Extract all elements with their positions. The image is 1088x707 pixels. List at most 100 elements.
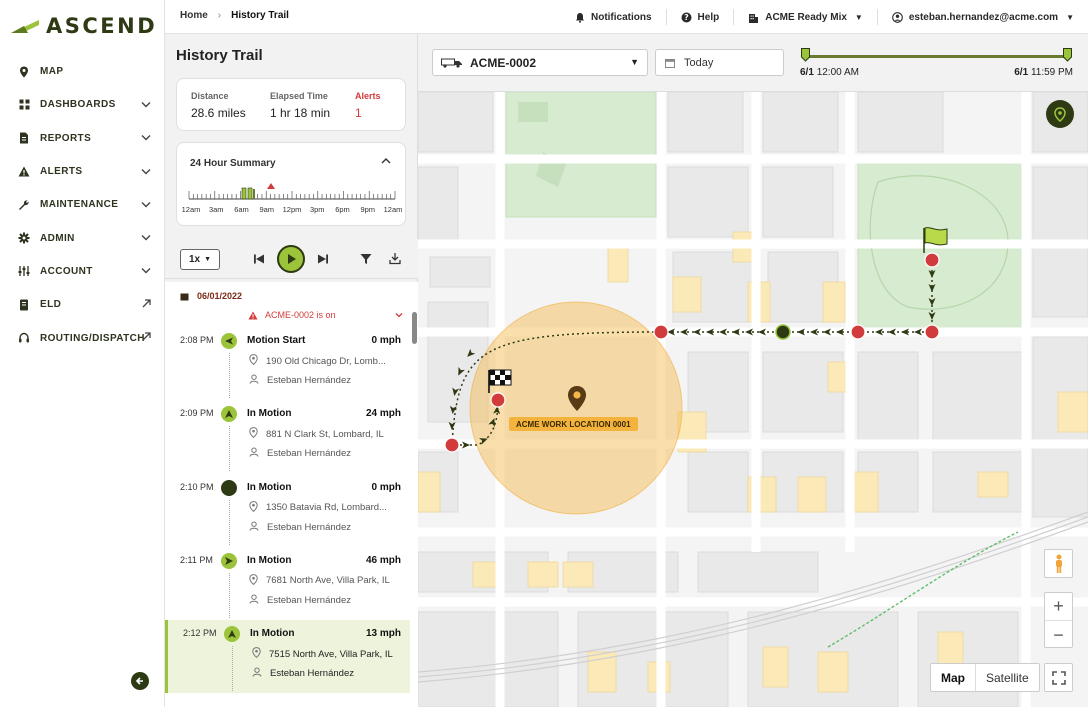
filter-icon [360,254,372,264]
location-pin-icon[interactable] [567,385,587,412]
map-canvas[interactable]: ACME WORK LOCATION 0001 + − Map Satellit… [418,92,1088,707]
chevron-down-icon[interactable] [395,310,403,320]
event-connector [229,499,230,545]
skip-back-icon [254,254,264,264]
zoom-in-button[interactable]: + [1045,593,1072,621]
chevron-down-icon[interactable] [141,232,151,244]
calendar-icon [180,293,189,300]
event-address: 881 N Clark St, Lombard, IL [249,427,384,441]
range-track [805,55,1067,58]
date-select[interactable]: Today [655,49,784,76]
timeline-tick-label: 6am [234,205,249,214]
grid-icon [18,99,30,111]
start-flag-icon[interactable] [921,226,951,254]
sidebar-item-admin[interactable]: ADMIN [0,221,165,254]
event-driver-text: Esteban Hernández [270,668,354,680]
alert-event-row[interactable]: ACME-0002 is on [248,310,403,320]
caret-down-icon: ▼ [1066,12,1074,22]
fullscreen-icon [1051,670,1066,685]
event-title: In Motion [247,554,292,566]
chevron-down-icon[interactable] [141,265,151,277]
user-menu[interactable]: esteban.hernandez@acme.com ▼ [878,9,1074,25]
range-end-handle[interactable] [1063,48,1072,62]
event-list[interactable]: 06/01/2022 ACME-0002 is on 2:08 PM Motion… [165,282,418,707]
document-icon [18,132,30,144]
zoom-controls: + − [1044,592,1073,648]
event-address-text: 7515 North Ave, Villa Park, IL [269,648,393,660]
event-address: 190 Old Chicago Dr, Lomb... [249,354,386,368]
geofence-button[interactable] [1046,100,1074,128]
summary-collapse-button[interactable] [381,156,391,167]
sidebar-item-label: MAINTENANCE [40,199,119,211]
alerts-stat[interactable]: Alerts 1 [355,91,381,120]
event-driver-text: Esteban Hernández [267,448,351,460]
help-button[interactable]: ? Help [667,9,735,25]
calendar-icon [665,59,675,68]
sidebar-item-map[interactable]: MAP [0,55,165,88]
event-row[interactable]: 2:12 PM In Motion 13 mph 7515 North Ave, Vi… [165,620,410,694]
download-button[interactable] [389,252,401,268]
sidebar-item-dashboards[interactable]: DASHBOARDS [0,88,165,121]
chevron-down-icon[interactable] [141,132,151,144]
street-view-button[interactable] [1044,549,1073,578]
heading-north-icon [224,626,240,643]
skip-back-button[interactable] [253,253,265,268]
company-selector[interactable]: ACME Ready Mix ▼ [734,9,878,25]
event-row[interactable]: 2:10 PM In Motion 0 mph 1350 Batavia Rd, Lo… [165,474,410,547]
caret-down-icon: ▼ [630,57,639,67]
sidebar-item-maintenance[interactable]: MAINTENANCE [0,188,165,221]
logo[interactable]: ASCEND [10,13,157,39]
playback-speed-select[interactable]: 1x ▼ [180,249,220,270]
event-row[interactable]: 2:11 PM In Motion 46 mph 7681 North Ave, Vi… [165,547,410,620]
finish-flag-icon[interactable] [486,368,514,394]
pin-icon [252,647,261,661]
skip-forward-button[interactable] [317,253,329,268]
sidebar: ASCEND MAP DASHBOARDS REPORTS ALERTS MAINTEN… [0,0,165,707]
sidebar-item-label: ROUTING/DISPATCH [40,332,145,344]
sidebar-item-routing-dispatch[interactable]: ROUTING/DISPATCH [0,321,165,354]
24h-timeline[interactable]: 12am 3am 6am 9am 12pm 3pm 6pm 9pm 12am [182,181,402,221]
breadcrumb-home[interactable]: Home [180,10,208,21]
vehicle-select[interactable]: ACME-0002 ▼ [432,49,648,76]
sidebar-item-account[interactable]: ACCOUNT [0,255,165,288]
warning-icon [248,311,258,319]
range-start-label: 6/1 12:00 AM [800,67,859,78]
sidebar-item-label: ADMIN [40,232,75,244]
list-scrollbar[interactable] [412,312,417,344]
elapsed-stat: Elapsed Time 1 hr 18 min [270,91,330,120]
pin-icon [249,500,258,515]
sidebar-item-alerts[interactable]: ALERTS [0,155,165,188]
topbar-actions: Notifications ? Help ACME Ready Mix ▼ es… [561,9,1074,25]
map-type-map-button[interactable]: Map [931,664,976,691]
chevron-down-icon[interactable] [141,166,151,178]
timeline-track [188,183,396,200]
timeline-tick-label: 9am [259,205,275,214]
time-range-slider[interactable]: 6/1 12:00 AM 6/1 11:59 PM [800,48,1073,82]
stopped-dot-icon [221,479,237,496]
elapsed-label: Elapsed Time [270,91,328,101]
timeline-tick-label: 3am [208,205,224,214]
work-location-label[interactable]: ACME WORK LOCATION 0001 [509,417,638,431]
page-title: History Trail [176,47,263,64]
external-link-icon[interactable] [142,299,151,311]
event-row[interactable]: 2:09 PM In Motion 24 mph 881 N Clark St, Lo… [165,400,410,473]
play-button[interactable] [277,245,305,273]
date-select-value: Today [684,57,714,69]
external-link-icon[interactable] [142,332,151,344]
event-row[interactable]: 2:08 PM Motion Start 0 mph 190 Old Chicago … [165,327,410,400]
zoom-out-button[interactable]: − [1045,621,1072,649]
sidebar-item-reports[interactable]: REPORTS [0,122,165,155]
chevron-down-icon[interactable] [141,99,151,111]
notifications-button[interactable]: Notifications [561,9,667,25]
collapse-sidebar-button[interactable] [131,672,149,690]
sidebar-item-eld[interactable]: ELD [0,288,165,321]
sidebar-item-label: MAP [40,66,64,78]
fullscreen-button[interactable] [1044,663,1073,692]
map-type-satellite-button[interactable]: Satellite [976,664,1039,691]
event-address: 1350 Batavia Rd, Lombard... [249,500,387,515]
sidebar-item-label: ALERTS [40,166,83,178]
event-time: 2:12 PM [183,628,217,639]
filter-button[interactable] [360,253,372,268]
chevron-down-icon[interactable] [141,199,151,211]
range-start-handle[interactable] [801,48,810,62]
